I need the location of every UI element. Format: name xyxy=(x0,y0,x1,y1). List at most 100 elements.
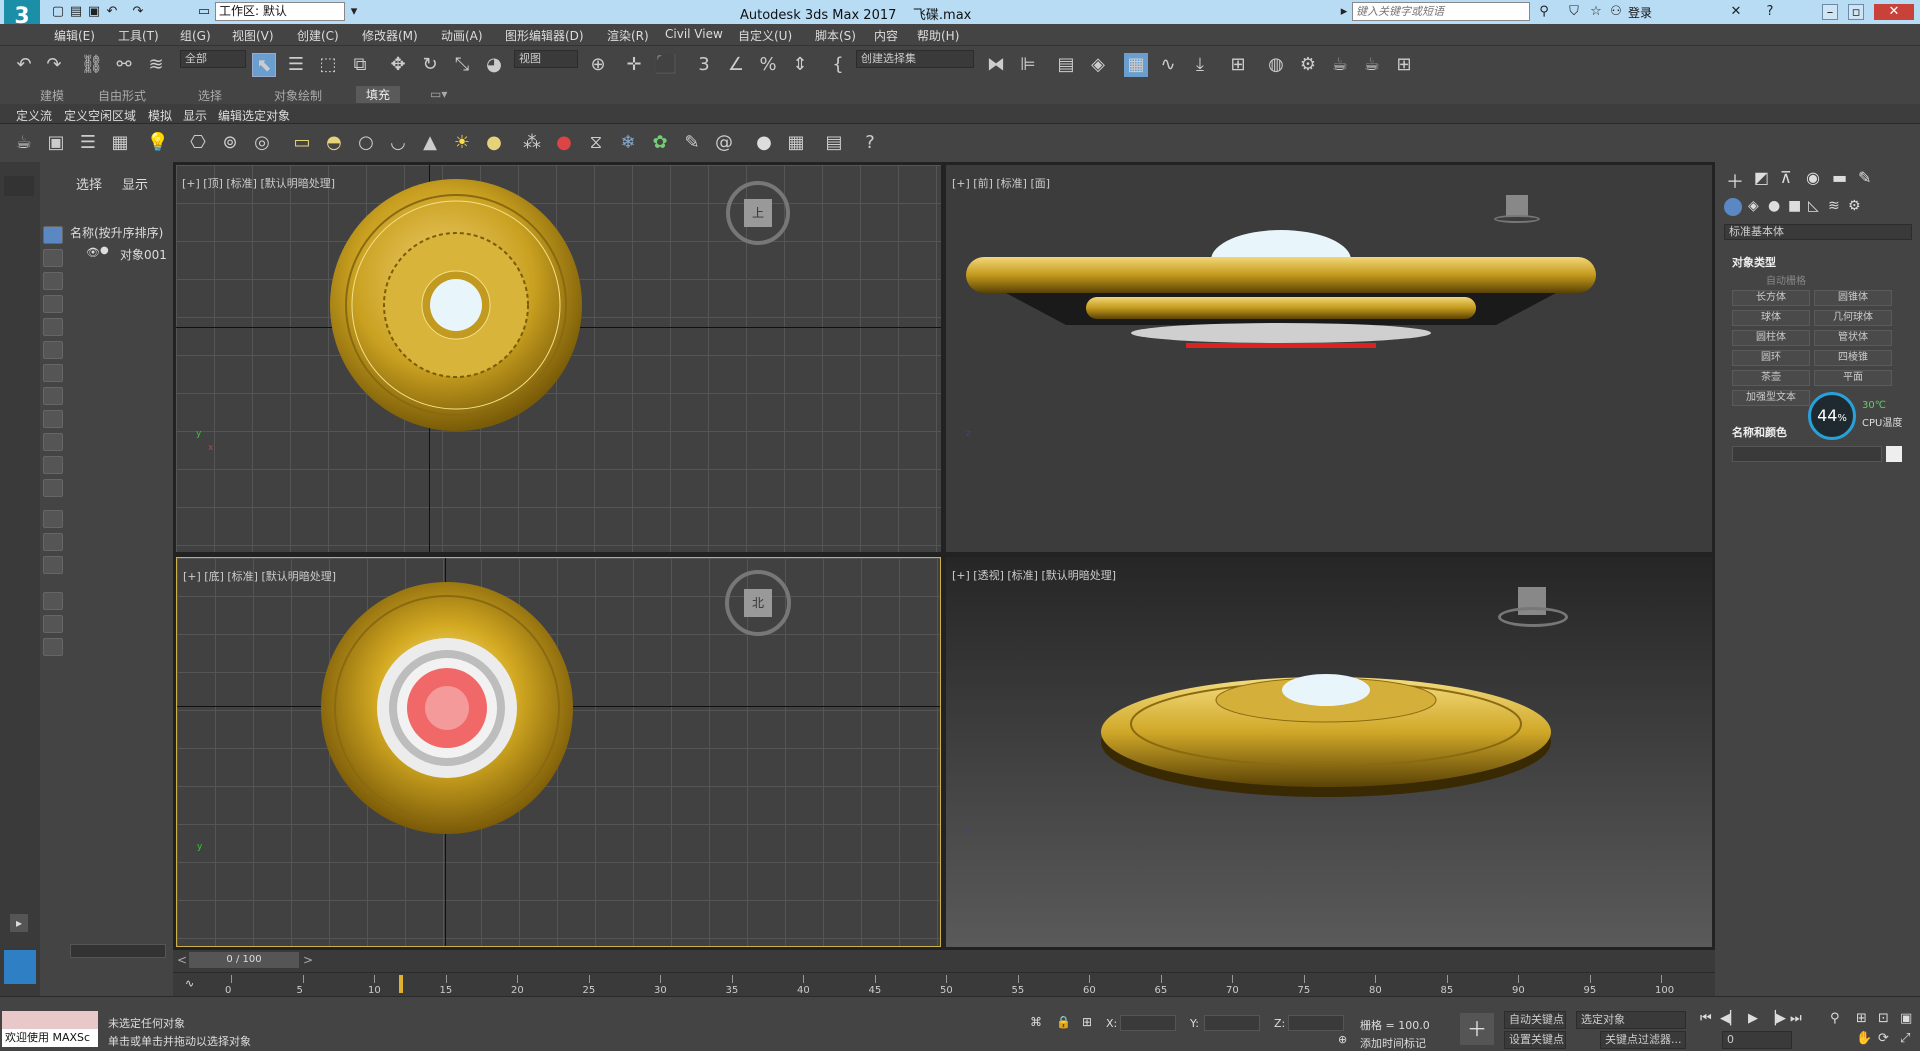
redo-icon[interactable]: ↷ xyxy=(42,53,66,77)
move-icon[interactable]: ✥ xyxy=(386,53,410,77)
filter-funnel-icon[interactable] xyxy=(43,592,63,610)
display-tab-icon[interactable]: ▬ xyxy=(1832,168,1847,187)
help-circle-icon[interactable]: ? xyxy=(858,131,882,155)
mirror-icon[interactable]: ⧓ xyxy=(984,53,1008,77)
menu-tools[interactable]: 工具(T) xyxy=(118,27,159,44)
material-sample-icon[interactable]: ● xyxy=(552,131,576,155)
particles-icon[interactable]: ⁂ xyxy=(520,131,544,155)
undo-icon[interactable]: ↶ xyxy=(104,4,120,20)
strip-handle[interactable] xyxy=(4,176,34,196)
filter-cameras-icon[interactable] xyxy=(43,295,63,313)
current-frame-marker[interactable] xyxy=(399,975,403,993)
grass-icon[interactable]: ✿ xyxy=(648,131,672,155)
render-frame-icon[interactable]: ▣ xyxy=(44,131,68,155)
expand-arrow-icon[interactable]: ▸ xyxy=(10,914,28,932)
select-manipulate-icon[interactable]: ✛ xyxy=(622,53,646,77)
hierarchy-tab-icon[interactable]: ⊼ xyxy=(1780,168,1792,187)
viewport-bottom[interactable]: [+] [底] [标准] [默认明暗处理] 北 y xyxy=(176,557,941,947)
object-name-field[interactable] xyxy=(1732,446,1882,462)
spacewarps-category-icon[interactable]: ≋ xyxy=(1828,198,1840,214)
camera-icon[interactable]: ⎔ xyxy=(186,131,210,155)
pan-icon[interactable]: ✋ xyxy=(1856,1031,1872,1046)
scene-explorer-icon[interactable]: ▤ xyxy=(1054,53,1078,77)
maxscript-mini-listener[interactable]: 欢迎使用 MAXSc xyxy=(2,1029,98,1047)
viewport-label[interactable]: [+] [顶] [标准] [默认明暗处理] xyxy=(182,175,335,191)
list-icon[interactable]: ☰ xyxy=(76,131,100,155)
snowflake-icon[interactable]: ❄ xyxy=(616,131,640,155)
modify-tab-icon[interactable]: ◩ xyxy=(1754,168,1769,187)
filter-funnel2-icon[interactable] xyxy=(43,615,63,633)
ribbon-options-icon[interactable]: ▭▾ xyxy=(430,87,447,101)
zoom-icon[interactable]: ⚲ xyxy=(1830,1011,1840,1026)
add-time-tag-icon[interactable]: ⊕ xyxy=(1338,1033,1347,1046)
primitive-category-dropdown[interactable]: 标准基本体 xyxy=(1724,224,1912,240)
menu-scripting[interactable]: 脚本(S) xyxy=(815,27,856,44)
rendered-frame-icon[interactable]: ☕ xyxy=(1328,53,1352,77)
sun-icon[interactable]: ☀ xyxy=(450,131,474,155)
go-to-end-icon[interactable]: ⏭ xyxy=(1790,1011,1802,1026)
viewport-perspective[interactable]: [+] [透视] [标准] [默认明暗处理] z xyxy=(946,557,1712,947)
new-file-icon[interactable]: ▢ xyxy=(50,4,66,20)
cone-button[interactable]: 圆锥体 xyxy=(1814,290,1892,306)
render-icon[interactable]: ☕ xyxy=(1360,53,1384,77)
next-key-icon[interactable]: ▕▶ xyxy=(1766,1011,1786,1026)
tab-object-paint[interactable]: 对象绘制 xyxy=(274,87,322,104)
helpers-category-icon[interactable]: ◺ xyxy=(1808,198,1819,214)
user-icon[interactable]: ⚇ xyxy=(1608,4,1624,20)
key-target-dropdown[interactable]: 选定对象 xyxy=(1576,1011,1686,1029)
viewport-top[interactable]: [+] [顶] [标准] [默认明暗处理] 上 y x xyxy=(176,165,941,552)
dope-sheet-icon[interactable]: ⤓ xyxy=(1188,53,1212,77)
tab-populate[interactable]: 填充 xyxy=(356,86,401,103)
menu-group[interactable]: 组(G) xyxy=(180,27,211,44)
dome-icon[interactable]: ◓ xyxy=(322,131,346,155)
add-time-tag[interactable]: 添加时间标记 xyxy=(1360,1035,1426,1051)
auto-key-button[interactable]: 自动关键点 xyxy=(1504,1011,1566,1029)
systems-category-icon[interactable]: ⚙ xyxy=(1848,198,1861,214)
spinner-snap-icon[interactable]: ⇕ xyxy=(788,53,812,77)
rollout-name-color[interactable]: 名称和颜色 xyxy=(1732,424,1787,440)
next-frame-button[interactable]: > xyxy=(303,953,313,967)
geometry-category-icon[interactable] xyxy=(1724,198,1742,216)
checker-icon[interactable]: ▦ xyxy=(784,131,808,155)
tab-freeform[interactable]: 自由形式 xyxy=(98,87,146,104)
shading-icon[interactable]: ◎ xyxy=(250,131,274,155)
menu-rendering[interactable]: 渲染(R) xyxy=(607,27,649,44)
simulate-button[interactable]: 模拟 xyxy=(148,107,172,124)
window-crossing-icon[interactable]: ⧉ xyxy=(348,53,372,77)
infocenter-icon[interactable]: ⛉ xyxy=(1566,4,1582,20)
project-folder-icon[interactable]: ▭ xyxy=(196,4,212,20)
align-icon[interactable]: ⊫ xyxy=(1016,53,1040,77)
lights-category-icon[interactable]: ● xyxy=(1768,198,1780,214)
filter-xrefs-icon[interactable] xyxy=(43,387,63,405)
filter-lights-icon[interactable] xyxy=(43,272,63,290)
curve-icon[interactable]: ∿ xyxy=(185,977,194,990)
save-file-icon[interactable]: ▣ xyxy=(86,4,102,20)
y-coordinate-field[interactable] xyxy=(1204,1015,1260,1031)
plane-object-icon[interactable]: ▭ xyxy=(290,131,314,155)
tab-select[interactable]: 选择 xyxy=(76,174,102,193)
schematic-view-icon[interactable]: ⊞ xyxy=(1226,53,1250,77)
filter-invert-icon[interactable] xyxy=(43,556,63,574)
hf-icon[interactable]: ✎ xyxy=(680,131,704,155)
filter-groups-icon[interactable] xyxy=(43,364,63,382)
minimize-button[interactable]: – xyxy=(1822,4,1838,20)
menu-content[interactable]: 内容 xyxy=(874,27,898,44)
material-ball-icon[interactable]: ● xyxy=(752,131,776,155)
search-expand-icon[interactable]: ▸ xyxy=(1336,4,1352,20)
filter-hidden-icon[interactable] xyxy=(43,479,63,497)
zoom-extents-icon[interactable]: ⊡ xyxy=(1878,1011,1889,1026)
film-camera-icon[interactable]: ⊚ xyxy=(218,131,242,155)
menu-edit[interactable]: 编辑(E) xyxy=(54,27,95,44)
light-bulb-icon[interactable]: 💡 xyxy=(146,131,170,155)
eye-icon[interactable]: 👁 xyxy=(86,246,100,259)
toggle-ribbon-icon[interactable]: ▦ xyxy=(1124,53,1148,77)
color-swatch[interactable] xyxy=(1886,446,1902,462)
geosphere-button[interactable]: 几何球体 xyxy=(1814,310,1892,326)
name-column-header[interactable]: 名称(按升序排序) xyxy=(70,224,163,241)
filter-display-all-icon[interactable] xyxy=(43,510,63,528)
go-to-start-icon[interactable]: ⏮ xyxy=(1700,1011,1712,1026)
help-icon[interactable]: ? xyxy=(1762,4,1778,20)
viewcube-ring[interactable] xyxy=(1498,607,1568,627)
bowl-icon[interactable]: ◡ xyxy=(386,131,410,155)
workspace-dropdown[interactable]: 工作区: 默认 xyxy=(215,2,345,21)
